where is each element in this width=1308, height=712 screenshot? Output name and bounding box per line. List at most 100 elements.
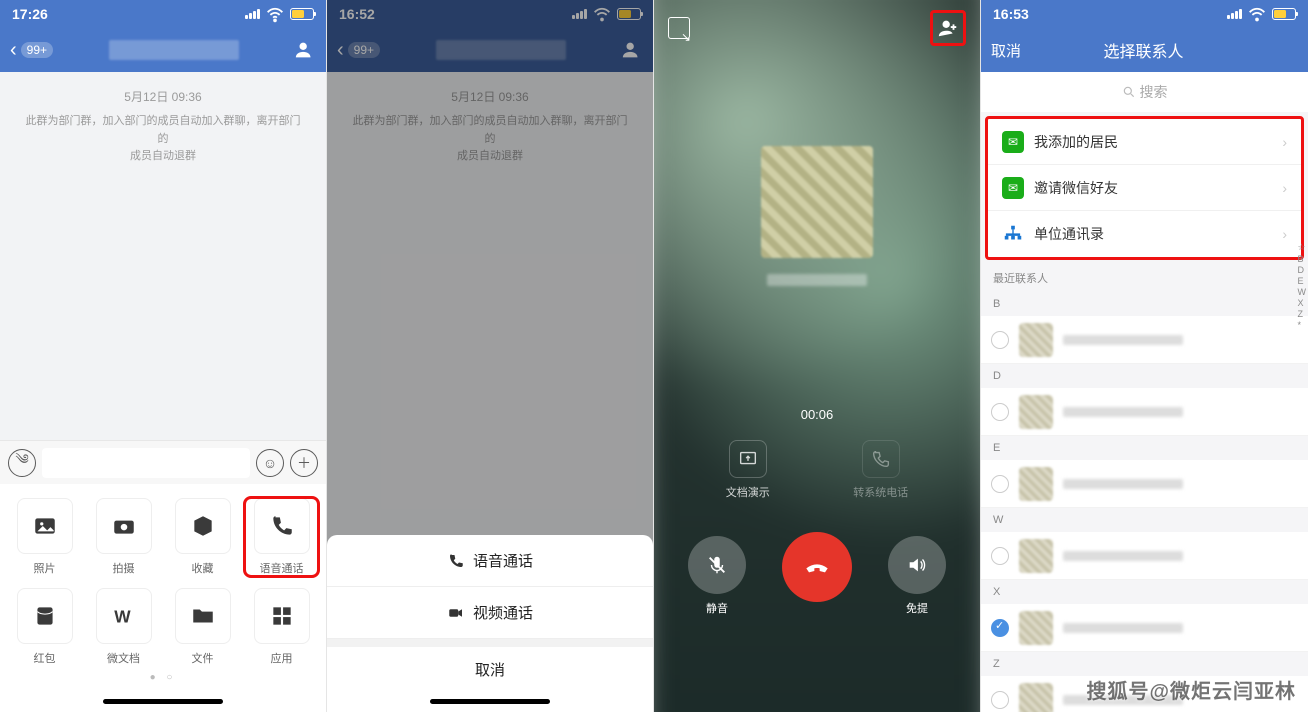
hangup-icon [801,551,833,583]
status-bar: 17:26 [0,0,326,28]
wechat-icon: ✉ [1002,131,1024,153]
avatar [1019,467,1053,501]
system-msg-2: 成员自动退群 [0,148,326,166]
doc-present-button[interactable]: 文档演示 [726,440,770,500]
chat-title-blurred [109,40,239,60]
section-X: X [981,580,1308,604]
voice-input-icon[interactable]: ༄ [8,449,36,477]
contact-name-blurred [1063,407,1183,417]
contact-row[interactable] [981,604,1308,652]
checkbox[interactable] [991,331,1009,349]
contacts-nav: 取消 选择联系人 [981,28,1308,72]
back-button[interactable]: ‹99+ [10,39,53,62]
apps-icon [269,603,295,629]
wifi-icon [264,3,286,25]
signal-icon [245,9,260,19]
grid-favorite[interactable]: 收藏 [166,498,239,576]
caller-name-blurred [767,274,867,286]
grid-file[interactable]: 文件 [166,588,239,666]
clock: 16:53 [993,6,1029,22]
cancel-button[interactable]: 取消 [991,40,1021,61]
org-icon [1002,223,1024,245]
checkbox-checked[interactable] [991,619,1009,637]
contact-row[interactable] [981,532,1308,580]
add-participant-button[interactable] [930,10,966,46]
contact-row[interactable] [981,388,1308,436]
checkbox[interactable] [991,547,1009,565]
caller-avatar [761,146,873,258]
checkbox[interactable] [991,403,1009,421]
checkbox[interactable] [991,691,1009,709]
phone-icon [870,448,892,470]
contact-name-blurred [1063,479,1183,489]
message-input[interactable] [42,448,250,478]
home-indicator [430,699,550,704]
battery-icon [1272,8,1296,20]
add-user-icon [937,17,959,39]
box-icon [190,513,216,539]
wifi-icon [1246,3,1268,25]
contact-row[interactable] [981,316,1308,364]
group-residents[interactable]: ✉ 我添加的居民› [988,119,1301,165]
emoji-icon[interactable]: ☺ [256,449,284,477]
wechat-icon: ✉ [1002,177,1024,199]
speaker-button[interactable]: 免提 [888,536,946,616]
mute-button[interactable]: 静音 [688,536,746,616]
grid-photo[interactable]: 照片 [8,498,81,576]
avatar [1019,683,1053,712]
bottom-controls: 静音 免提 [654,518,980,644]
group-invite-wechat[interactable]: ✉ 邀请微信好友› [988,165,1301,211]
input-bar: ༄ ☺ ＋ [0,440,326,484]
sheet-voice-call[interactable]: 语音通话 [327,535,653,587]
grid-camera[interactable]: 拍摄 [87,498,160,576]
home-indicator [103,699,223,704]
section-D: D [981,364,1308,388]
contact-name-blurred [1063,623,1183,633]
svg-text:W: W [114,607,131,627]
plus-icon[interactable]: ＋ [290,449,318,477]
grid-microdoc[interactable]: W微文档 [87,588,160,666]
grid-redpacket[interactable]: 红包 [8,588,81,666]
group-member-icon[interactable] [294,39,316,61]
photo-icon [32,513,58,539]
sheet-cancel[interactable]: 取消 [327,639,653,691]
pstn-button[interactable]: 转系统电话 [853,440,908,500]
page-dots: ● ○ [8,666,318,685]
phone-4-select-contacts: 16:53 取消 选择联系人 搜索 ✉ 我添加的居民› ✉ 邀请微信好友› 单位… [981,0,1308,712]
index-bar[interactable]: ☆BDEWXZ* [1298,242,1307,330]
clock: 17:26 [12,6,48,22]
recent-label: 最近联系人 [981,264,1308,292]
chat-nav: ‹99+ [0,28,326,72]
camera-icon [111,513,137,539]
grid-app[interactable]: 应用 [245,588,318,666]
search-icon [1122,85,1136,99]
hangup-button[interactable] [782,532,852,620]
mic-off-icon [706,554,728,576]
call-type-sheet: 语音通话 视频通话 取消 [327,535,653,712]
grid-voicecall[interactable]: 语音通话 [245,498,318,576]
phone-1-chat-grid: 17:26 ‹99+ 5月12日 09:36 此群为部门群，加入部门的成员自动加… [0,0,327,712]
group-org-contacts[interactable]: 单位通讯录› [988,211,1301,257]
status-right [245,3,314,25]
signal-icon [1227,9,1242,19]
call-top-bar [654,0,980,56]
attach-panel: 照片 拍摄 收藏 语音通话 红包 W微文档 文件 应用 ● ○ [0,484,326,691]
watermark: 搜狐号@微炬云闫亚林 [1086,675,1296,704]
contact-name-blurred [1063,335,1183,345]
contact-row[interactable] [981,460,1308,508]
search-bar[interactable]: 搜索 [981,72,1308,112]
section-E: E [981,436,1308,460]
phone-icon [447,552,465,570]
section-B: B [981,292,1308,316]
envelope-icon [32,603,58,629]
chat-body: 5月12日 09:36 此群为部门群，加入部门的成员自动加入群聊，离开部门的 成… [0,72,326,440]
avatar [1019,395,1053,429]
contact-name-blurred [1063,551,1183,561]
minimize-icon[interactable] [668,17,690,39]
sheet-video-call[interactable]: 视频通话 [327,587,653,639]
checkbox[interactable] [991,475,1009,493]
contacts-body: 搜索 ✉ 我添加的居民› ✉ 邀请微信好友› 单位通讯录› 最近联系人 B D … [981,72,1308,712]
section-W: W [981,508,1308,532]
nav-title: 选择联系人 [1104,38,1184,62]
mid-controls: 文档演示 转系统电话 [654,422,980,518]
